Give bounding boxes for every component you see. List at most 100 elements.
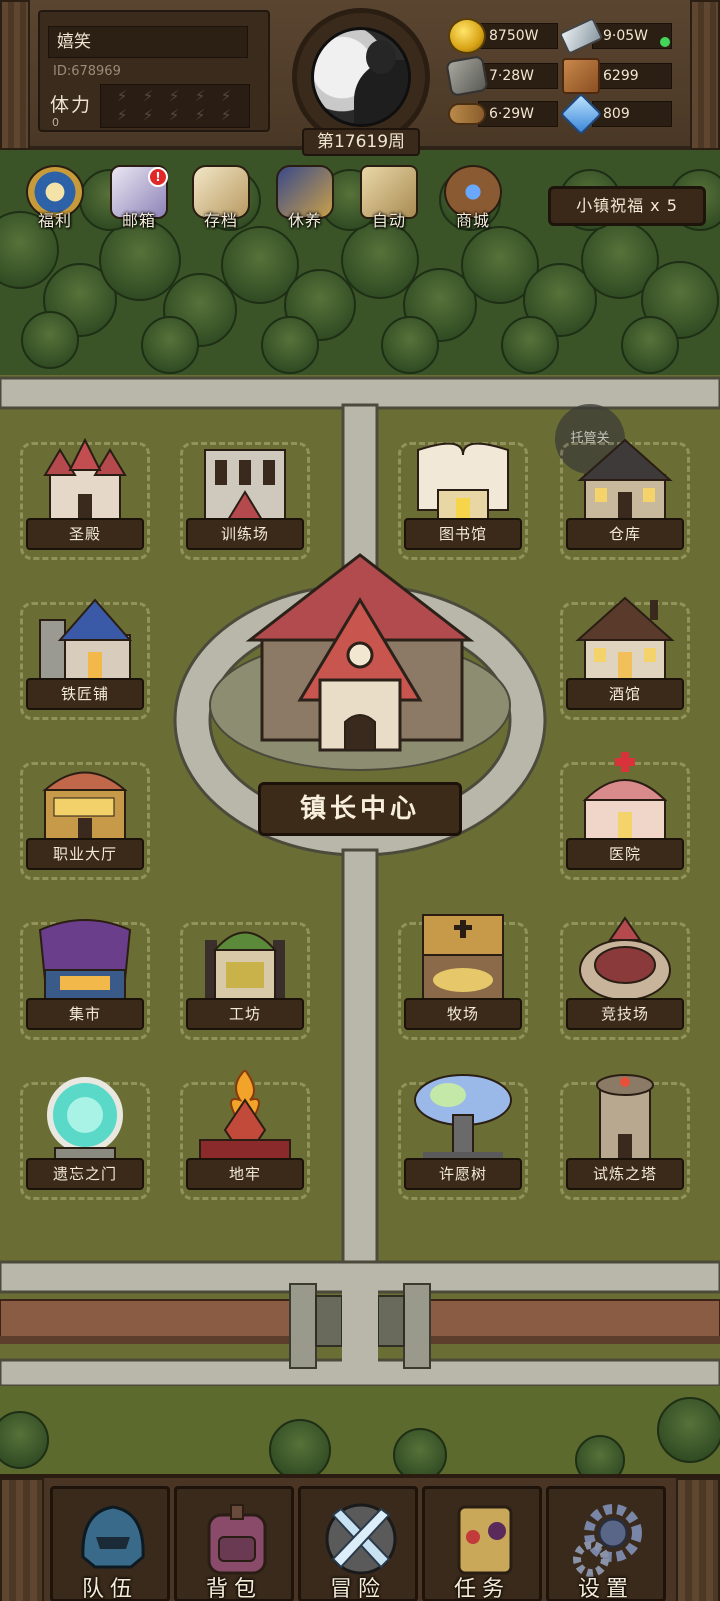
wish-tree-icon — [414, 1074, 512, 1160]
leather-value: 6299 — [592, 63, 672, 89]
bolt-icon: ⚡ — [116, 106, 128, 124]
ingot-value: 9·05W — [592, 23, 672, 49]
town-hall-label[interactable]: 镇长中心 — [258, 782, 462, 836]
menu-shop-label: 商城 — [455, 211, 490, 230]
warehouse-icon — [577, 438, 673, 521]
building-workshop[interactable]: 工坊 — [180, 910, 310, 1040]
nav-quest[interactable]: 任务 — [422, 1486, 542, 1601]
menu-welfare[interactable]: 福利 — [22, 165, 88, 237]
nav-adventure[interactable]: 冒险 — [298, 1486, 418, 1601]
building-shrine[interactable]: 圣殿 — [20, 430, 150, 560]
stamina-value: 0 — [52, 116, 59, 129]
smithy-label: 铁匠铺 — [26, 678, 144, 710]
notification-badge: ! — [148, 167, 168, 187]
hospital-icon — [582, 752, 668, 841]
resource-crystal: 809 — [559, 92, 672, 136]
trial-tower-icon — [596, 1074, 654, 1161]
bolt-icon: ⚡ — [168, 106, 180, 124]
nav-team[interactable]: 队伍 — [50, 1486, 170, 1601]
stamina-label: 体力 — [50, 94, 93, 116]
smithy-icon — [39, 598, 133, 681]
workshop-label: 工坊 — [186, 998, 304, 1030]
avatar-ring — [292, 8, 430, 146]
library-book-icon — [417, 442, 509, 521]
library-label: 图书馆 — [404, 518, 522, 550]
crystal-icon — [559, 92, 603, 136]
bolt-icon: ⚡ — [194, 106, 206, 124]
wood-post-left — [0, 0, 30, 150]
helmet-icon — [81, 1505, 145, 1569]
job-hall-label: 职业大厅 — [26, 838, 144, 870]
building-job-hall[interactable]: 职业大厅 — [20, 750, 150, 880]
building-forgotten-gate[interactable]: 遗忘之门 — [20, 1070, 150, 1200]
building-trial-tower[interactable]: 试炼之塔 — [560, 1070, 690, 1200]
building-smithy[interactable]: 铁匠铺 — [20, 590, 150, 720]
nav-bag-label: 背包 — [205, 1577, 262, 1601]
resource-wood: 6·29W — [448, 100, 558, 128]
player-name[interactable]: 嬉笑 — [48, 26, 248, 58]
training-ground-icon — [204, 449, 286, 521]
gold-value: 8750W — [478, 23, 558, 49]
trial-tower-label: 试炼之塔 — [566, 1158, 684, 1190]
bolt-icon: ⚡ — [220, 87, 232, 105]
week-counter: 第17619周 — [302, 128, 420, 156]
bolt-icon: ⚡ — [116, 87, 128, 105]
market-label: 集市 — [26, 998, 144, 1030]
building-training[interactable]: 训练场 — [180, 430, 310, 560]
building-tavern[interactable]: 酒馆 — [560, 590, 690, 720]
menu-shop[interactable]: 商城 — [440, 165, 506, 237]
market-tent-icon — [38, 919, 132, 1001]
wood-post-right — [690, 0, 720, 150]
crystal-value: 809 — [592, 101, 672, 127]
building-hospital[interactable]: 医院 — [560, 750, 690, 880]
shrine-icon — [43, 437, 127, 521]
nav-settings[interactable]: 设置 — [546, 1486, 666, 1601]
bolt-icon: ⚡ — [194, 87, 206, 105]
town-blessing-button[interactable]: 小镇祝福 x 5 — [548, 186, 706, 226]
building-arena[interactable]: 竞技场 — [560, 910, 690, 1040]
gear-icon — [573, 1504, 642, 1577]
wood-value: 6·29W — [478, 101, 558, 127]
top-header: 嬉笑 ID:678969 体力 0 ⚡ ⚡ ⚡ ⚡ ⚡ ⚡ ⚡ ⚡ ⚡ ⚡ 第1… — [0, 0, 720, 156]
tavern-label: 酒馆 — [566, 678, 684, 710]
bolt-icon: ⚡ — [168, 87, 180, 105]
nav-adventure-label: 冒险 — [329, 1577, 386, 1601]
bolt-icon: ⚡ — [142, 87, 154, 105]
wood-post-right — [676, 1478, 720, 1601]
menu-rest[interactable]: 休养 — [272, 165, 338, 237]
leather-icon — [562, 58, 600, 94]
menu-welfare-label: 福利 — [37, 211, 72, 230]
warehouse-label: 仓库 — [566, 518, 684, 550]
stamina-bar: ⚡ ⚡ ⚡ ⚡ ⚡ ⚡ ⚡ ⚡ ⚡ ⚡ — [100, 84, 250, 128]
resource-ore: 7·28W — [445, 54, 558, 98]
menu-mailbox[interactable]: ! 邮箱 — [106, 165, 172, 237]
menu-auto-label: 自动 — [371, 211, 406, 230]
building-market[interactable]: 集市 — [20, 910, 150, 1040]
menu-mailbox-label: 邮箱 — [121, 211, 156, 230]
dungeon-flame-icon — [199, 1070, 291, 1162]
building-dungeon[interactable]: 地牢 — [180, 1070, 310, 1200]
wood-log-icon — [448, 103, 486, 125]
avatar[interactable] — [311, 27, 411, 127]
profile-panel: 嬉笑 ID:678969 体力 0 ⚡ ⚡ ⚡ ⚡ ⚡ ⚡ ⚡ ⚡ ⚡ ⚡ — [38, 10, 270, 132]
building-ranch[interactable]: 牧场 — [398, 910, 528, 1040]
building-library[interactable]: 图书馆 — [398, 430, 528, 560]
building-warehouse[interactable]: 仓库 — [560, 430, 690, 560]
forgotten-gate-label: 遗忘之门 — [26, 1158, 144, 1190]
building-wish-tree[interactable]: 许愿树 — [398, 1070, 528, 1200]
resource-gold: 8750W — [448, 18, 558, 54]
wood-post-left — [0, 1478, 44, 1601]
resource-ingot: 9·05W — [558, 17, 672, 55]
avatar-frame[interactable]: 第17619周 — [280, 0, 440, 158]
player-id: ID:678969 — [53, 64, 121, 79]
gold-coin-icon — [448, 18, 486, 54]
menu-save-label: 存档 — [203, 211, 238, 230]
quest-scroll-icon — [457, 1505, 513, 1575]
ranch-label: 牧场 — [404, 998, 522, 1030]
crossed-swords-icon — [325, 1503, 397, 1575]
training-label: 训练场 — [186, 518, 304, 550]
menu-save[interactable]: 存档 — [188, 165, 254, 237]
menu-auto[interactable]: 自动 — [356, 165, 422, 237]
nav-bag[interactable]: 背包 — [174, 1486, 294, 1601]
portal-icon — [47, 1077, 123, 1161]
